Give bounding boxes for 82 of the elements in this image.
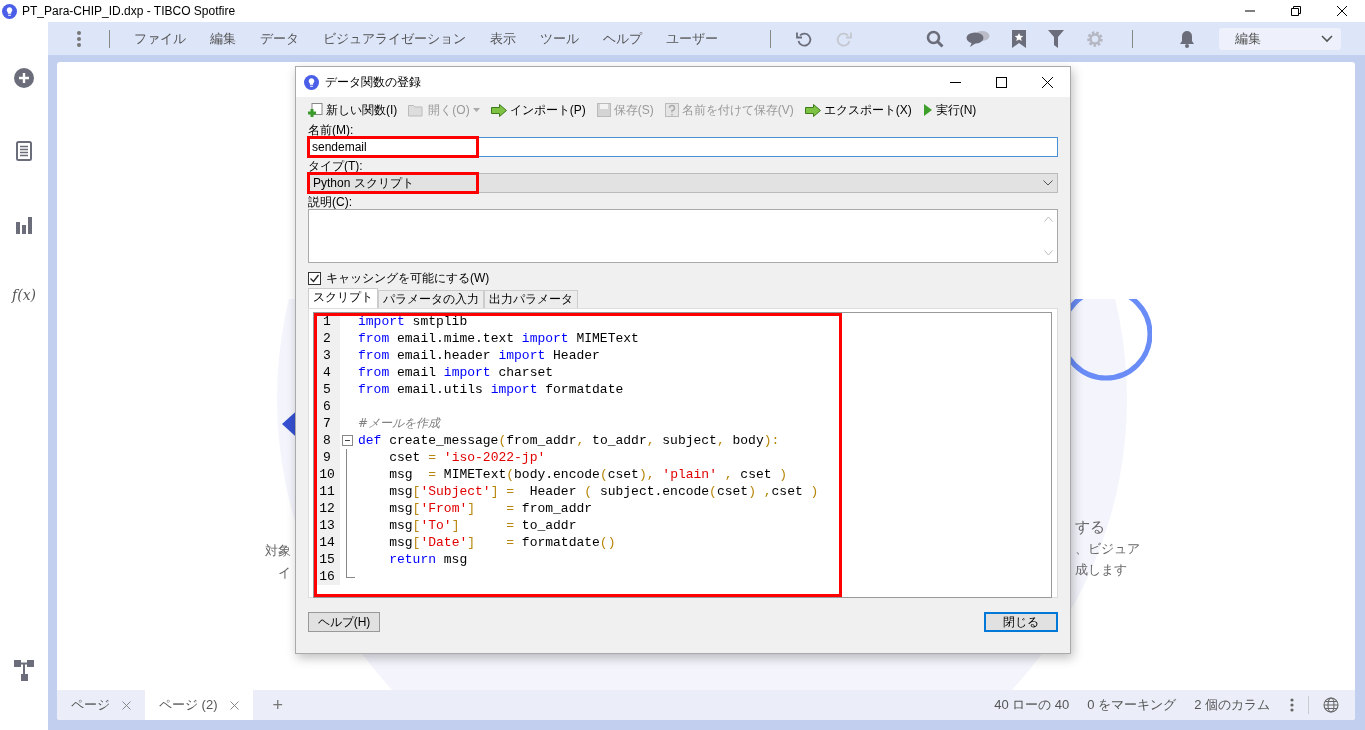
status-text: 0 をマーキング xyxy=(1087,696,1177,714)
tab[interactable]: 出力パラメータ xyxy=(484,290,578,308)
new-document-icon xyxy=(308,102,323,118)
restore-icon[interactable] xyxy=(1290,5,1302,17)
help-button[interactable]: ヘルプ(H) xyxy=(308,612,380,632)
code-line: import smtplib xyxy=(357,313,468,330)
maximize-icon[interactable] xyxy=(996,76,1007,88)
toolbar-button[interactable]: エクスポート(X) xyxy=(804,101,917,119)
status-text: 40 ローの 40 xyxy=(994,696,1070,714)
hierarchy-icon[interactable] xyxy=(14,660,34,682)
dialog-title: データ関数の登録 xyxy=(325,73,421,91)
chevron-down-icon xyxy=(1043,180,1053,186)
bar-chart-icon[interactable] xyxy=(15,214,33,234)
background-text: 対象 xyxy=(265,542,291,560)
data-table-icon[interactable] xyxy=(16,141,32,161)
tab[interactable]: パラメータの入力 xyxy=(378,290,484,308)
globe-icon[interactable] xyxy=(1323,697,1339,713)
toolbar-button[interactable]: 新しい関数(I) xyxy=(308,101,403,119)
caret-icon xyxy=(472,108,480,112)
play-icon xyxy=(922,104,933,116)
checkbox-label: キャッシングを可能にする(W) xyxy=(326,269,490,287)
name-input[interactable]: sendemail xyxy=(308,137,1058,157)
function-button[interactable]: f(x) xyxy=(12,287,36,303)
save-as-icon xyxy=(664,103,679,117)
add-page-button[interactable]: + xyxy=(272,694,283,716)
arrow-right-icon xyxy=(804,103,821,117)
code-line: #メールを作成 xyxy=(357,415,441,432)
toolbar-button[interactable]: インポート(P) xyxy=(490,101,591,119)
background-text: 、ビジュア xyxy=(1075,540,1140,558)
code-line: msg['To'] = to_addr xyxy=(388,517,577,534)
bookmark-icon[interactable] xyxy=(1012,29,1026,48)
code-line: msg['Subject'] = Header ( subject.encode(cset) ,cset ) xyxy=(388,483,819,500)
mode-dropdown[interactable]: 編集 xyxy=(1219,27,1341,50)
page-tab[interactable]: ページ xyxy=(57,690,145,720)
app-logo-icon xyxy=(304,74,319,90)
close-icon[interactable] xyxy=(1336,5,1348,17)
code-line: def create_message(from_addr, to_addr, subject, body): xyxy=(357,432,780,449)
menu-item[interactable]: ツール xyxy=(540,29,579,48)
menu-item[interactable]: ヘルプ xyxy=(603,29,642,48)
background-text: イ xyxy=(278,564,291,582)
code-line: return msg xyxy=(388,551,468,568)
code-editor[interactable] xyxy=(313,312,1052,598)
menu-item[interactable]: データ xyxy=(260,29,299,48)
checkbox[interactable] xyxy=(308,271,321,285)
menu-item[interactable]: 表示 xyxy=(490,29,516,48)
code-line: from email import charset xyxy=(357,364,554,381)
field-label: タイプ(T): xyxy=(308,159,364,173)
more-icon[interactable] xyxy=(77,30,81,47)
menu-item[interactable]: ビジュアライゼーション xyxy=(323,29,466,48)
menu-item[interactable]: ファイル xyxy=(134,29,186,48)
code-line: msg['From'] = from_addr xyxy=(388,500,593,517)
menu-item[interactable]: 編集 xyxy=(210,29,236,48)
code-line: from email.header import Header xyxy=(357,347,600,364)
background-text: 成します xyxy=(1075,561,1128,579)
folder-icon xyxy=(408,103,426,117)
menu-item[interactable]: ユーザー xyxy=(666,29,718,48)
window-title: PT_Para-CHIP_ID.dxp - TIBCO Spotfire xyxy=(22,4,236,18)
page-tab[interactable]: ページ (2) xyxy=(145,690,253,720)
filter-icon[interactable] xyxy=(1048,29,1064,48)
code-line: msg = MIMEText(body.encode(cset), 'plain' , cset ) xyxy=(388,466,788,483)
status-text: 2 個のカラム xyxy=(1194,696,1270,714)
save-icon xyxy=(596,103,611,117)
code-line: cset = 'iso-2022-jp' xyxy=(388,449,546,466)
code-line: from email.utils import formatdate xyxy=(357,381,624,398)
add-icon[interactable] xyxy=(14,68,34,88)
more-icon[interactable] xyxy=(1290,698,1294,712)
type-dropdown[interactable]: Python スクリプト xyxy=(308,173,1058,193)
close-icon[interactable] xyxy=(1042,76,1053,88)
field-label: 説明(C): xyxy=(308,195,353,209)
arrow-right-icon xyxy=(490,103,507,117)
field-label: 名前(M): xyxy=(308,123,355,137)
toolbar-button[interactable]: 実行(N) xyxy=(922,101,982,119)
chevron-down-icon xyxy=(1321,34,1333,43)
notification-icon[interactable] xyxy=(1179,29,1195,48)
search-icon[interactable] xyxy=(926,29,944,48)
tab[interactable]: スクリプト xyxy=(308,288,378,308)
collapse-icon[interactable] xyxy=(341,435,353,446)
code-line: msg['Date'] = formatdate() xyxy=(388,534,616,551)
chat-icon[interactable] xyxy=(966,29,990,48)
background-text: する xyxy=(1075,518,1106,537)
close-button[interactable]: 閉じる xyxy=(984,612,1058,632)
code-line: from email.mime.text import MIMEText xyxy=(357,330,639,347)
